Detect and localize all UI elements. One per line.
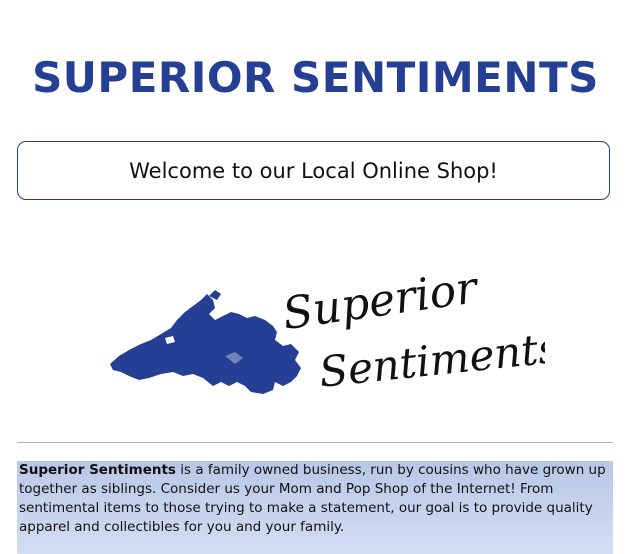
brand-logo: Superior Sentiments xyxy=(110,262,545,397)
logo-line-superior: Superior xyxy=(280,262,483,340)
welcome-text: Welcome to our Local Online Shop! xyxy=(129,158,498,183)
welcome-banner: Welcome to our Local Online Shop! xyxy=(17,141,610,200)
logo-line-sentiments: Sentiments xyxy=(317,323,545,397)
section-divider xyxy=(17,442,613,443)
site-title: SUPERIOR SENTIMENTS xyxy=(32,53,599,102)
about-brand-name: Superior Sentiments xyxy=(19,462,176,478)
about-section: Superior Sentiments is a family owned bu… xyxy=(17,461,613,554)
lake-superior-map-icon xyxy=(110,290,301,394)
